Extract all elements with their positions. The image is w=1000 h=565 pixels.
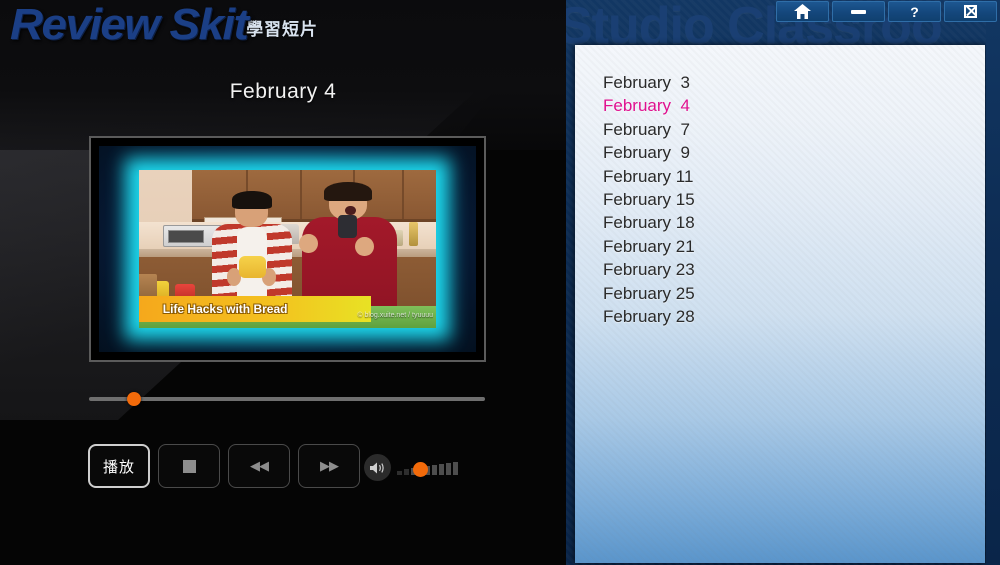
volume-bar[interactable] xyxy=(439,463,444,475)
panel-right-edge xyxy=(986,0,1000,565)
date-list-item[interactable]: February 3 xyxy=(575,71,985,94)
volume-bar[interactable] xyxy=(446,462,451,475)
stop-button[interactable] xyxy=(158,444,220,488)
scene-jar-c xyxy=(409,222,419,246)
app-root: Review Skit 學習短片 February 4 Life Hacks w… xyxy=(0,0,1000,565)
video-player[interactable]: Life Hacks with Bread © blog.xuite.net /… xyxy=(89,136,486,362)
rewind-icon: ◀◀ xyxy=(250,458,269,473)
date-list-item[interactable]: February 11 xyxy=(575,165,985,188)
volume-bar[interactable] xyxy=(432,465,437,475)
rewind-button[interactable]: ◀◀ xyxy=(228,444,290,488)
volume-bar[interactable] xyxy=(397,470,402,475)
brand-subtitle-cjk: 學習短片 xyxy=(246,20,319,41)
date-list-container: February 3 February 4 February 7 February 9… xyxy=(575,45,985,563)
video-caption-bar: Life Hacks with Bread xyxy=(139,296,371,322)
stop-icon xyxy=(182,459,196,473)
progress-track[interactable] xyxy=(89,397,485,401)
volume-bar[interactable] xyxy=(404,469,409,475)
video-credit-text: © blog.xuite.net / tyuuuu xyxy=(357,312,434,320)
progress-thumb[interactable] xyxy=(127,392,142,406)
speaker-icon[interactable] xyxy=(364,454,391,481)
volume-control[interactable] xyxy=(364,454,458,481)
progress-slider[interactable] xyxy=(89,392,485,406)
player-panel: Review Skit 學習短片 February 4 Life Hacks w… xyxy=(0,0,566,565)
play-button[interactable]: 播放 xyxy=(88,444,150,488)
date-list-item[interactable]: February 23 xyxy=(575,258,985,281)
transport-controls: 播放 ◀◀ ▶▶ xyxy=(88,444,360,488)
brand-logo: Review Skit 學習短片 xyxy=(10,0,319,49)
lesson-list-panel: Studio Classroo ? February 3 February 4 Fe… xyxy=(566,0,1000,565)
fast-forward-icon: ▶▶ xyxy=(320,458,339,473)
date-list-item[interactable]: February 15 xyxy=(575,188,985,211)
forward-button[interactable]: ▶▶ xyxy=(298,444,360,488)
volume-bars[interactable] xyxy=(397,461,458,477)
date-list-item[interactable]: February 21 xyxy=(575,235,985,258)
video-stage: Life Hacks with Bread © blog.xuite.net /… xyxy=(99,146,476,352)
home-button[interactable] xyxy=(776,1,829,22)
date-list-item[interactable]: February 25 xyxy=(575,282,985,305)
date-list: February 3 February 4 February 7 February 9… xyxy=(575,71,985,328)
close-icon xyxy=(964,5,977,18)
play-button-label: 播放 xyxy=(102,457,135,476)
close-button[interactable] xyxy=(944,1,997,22)
video-thumbnail: Life Hacks with Bread © blog.xuite.net /… xyxy=(139,170,436,328)
volume-bar[interactable] xyxy=(453,461,458,475)
date-list-item[interactable]: February 7 xyxy=(575,118,985,141)
date-list-item[interactable]: February 18 xyxy=(575,211,985,234)
home-icon xyxy=(794,4,811,19)
date-list-item[interactable]: February 28 xyxy=(575,305,985,328)
date-list-item[interactable]: February 9 xyxy=(575,141,985,164)
date-list-item[interactable]: February 4 xyxy=(575,94,985,117)
question-icon: ? xyxy=(910,3,919,20)
window-title-buttons: ? xyxy=(776,1,997,22)
video-caption-text: Life Hacks with Bread xyxy=(162,302,288,317)
volume-thumb[interactable] xyxy=(413,461,428,477)
page-title: February 4 xyxy=(229,80,337,103)
minimize-button[interactable] xyxy=(832,1,885,22)
help-button[interactable]: ? xyxy=(888,1,941,22)
minimize-icon xyxy=(851,9,866,14)
brand-title: Review Skit xyxy=(10,0,249,49)
